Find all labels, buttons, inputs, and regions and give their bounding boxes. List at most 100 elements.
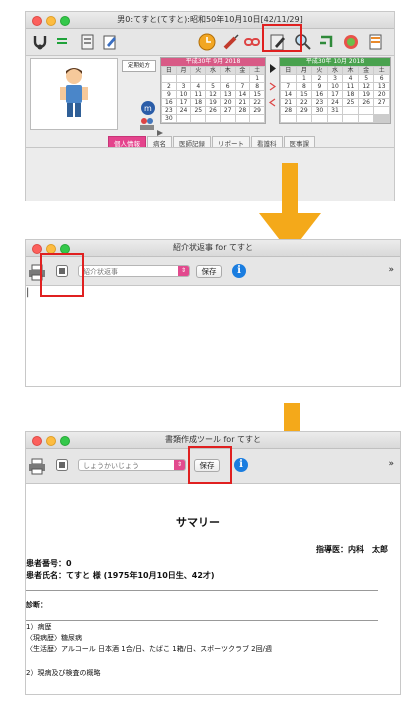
printer-icon[interactable] [28, 457, 46, 475]
back-arrow-icon[interactable] [268, 98, 277, 107]
zoom-button[interactable] [60, 16, 70, 26]
calendar-day[interactable]: 31 [327, 107, 343, 114]
calendar-day[interactable]: 3 [176, 83, 191, 90]
calendar-day[interactable]: 19 [206, 99, 220, 106]
calendar-day[interactable]: 26 [358, 99, 374, 106]
calendar-day[interactable]: 8 [296, 83, 312, 90]
calendar-day[interactable]: 5 [206, 83, 220, 90]
calendar-day[interactable]: 11 [343, 83, 358, 90]
calendar-day[interactable]: 15 [296, 91, 312, 98]
equals-icon[interactable] [56, 35, 68, 47]
calendar-day[interactable]: 16 [162, 99, 176, 106]
calendar-day[interactable]: 10 [176, 91, 191, 98]
info-icon[interactable]: i [234, 458, 248, 472]
calendar-day[interactable]: 25 [191, 107, 206, 114]
calendar-day[interactable]: 9 [162, 91, 176, 98]
calendar-day[interactable]: 14 [235, 91, 250, 98]
previous-month-icon[interactable] [268, 64, 277, 73]
clock-icon[interactable] [198, 33, 216, 51]
calendar-day [235, 75, 250, 82]
calendar-day[interactable]: 18 [343, 91, 358, 98]
calendar-day[interactable]: 6 [220, 83, 235, 90]
calendar-september[interactable]: 平成30年 9月 2018 日月火水木金土 1 2 3 4 5 6 7 8 9 10 11 12 13 14… [160, 57, 266, 124]
calendar-day[interactable]: 24 [327, 99, 343, 106]
calendar-day[interactable]: 13 [220, 91, 235, 98]
regular-prescription-button[interactable]: 定期処方 [122, 60, 156, 72]
close-button[interactable] [32, 436, 42, 446]
calendar-day[interactable]: 28 [281, 107, 296, 114]
present-illness: 〈現病歴〉糖尿病 [26, 634, 82, 642]
calendar-day[interactable]: 24 [176, 107, 191, 114]
calendar-day[interactable]: 17 [176, 99, 191, 106]
calendar-day[interactable]: 12 [358, 83, 374, 90]
calendar-day[interactable]: 23 [312, 99, 327, 106]
document-list-icon[interactable] [368, 33, 384, 51]
calendar-day[interactable]: 10 [327, 83, 343, 90]
calendar-day[interactable]: 27 [374, 99, 389, 106]
calendar-day[interactable]: 4 [343, 75, 358, 82]
calendar-day [374, 107, 389, 114]
close-button[interactable] [32, 16, 42, 26]
toolbar-overflow-icon[interactable]: » [388, 459, 394, 469]
calendar-day[interactable]: 20 [220, 99, 235, 106]
calendar-day[interactable]: 2 [312, 75, 327, 82]
people-icon[interactable] [138, 116, 156, 132]
calendar-day[interactable]: 14 [281, 91, 296, 98]
calendar-day[interactable]: 1 [296, 75, 312, 82]
calendar-day[interactable]: 5 [358, 75, 374, 82]
calendar-day[interactable]: 9 [312, 83, 327, 90]
toolbar-overflow-icon[interactable]: » [388, 265, 394, 275]
calendar-day[interactable]: 2 [162, 83, 176, 90]
minimize-button[interactable] [46, 16, 56, 26]
calendar-day[interactable]: 6 [374, 75, 389, 82]
calendar-day[interactable]: 28 [235, 107, 250, 114]
calendar-day[interactable]: 22 [250, 99, 264, 106]
stethoscope-icon[interactable] [32, 33, 50, 51]
calendar-day[interactable]: 21 [281, 99, 296, 106]
calendar-day[interactable]: 8 [250, 83, 264, 90]
section-summary: 2）現病及び検査の概略 [26, 669, 101, 677]
edit-document-icon[interactable] [102, 33, 118, 51]
medical-badge-icon[interactable]: m [140, 100, 156, 116]
link-icon[interactable] [244, 35, 260, 49]
calendar-october[interactable]: 平成30年 10月 2018 日月火水木金土 1 2 3 4 5 6 7 8 9 10 11 12 13 1… [279, 57, 391, 124]
calendar-day[interactable]: 21 [235, 99, 250, 106]
calendar-day[interactable]: 12 [206, 91, 220, 98]
info-icon[interactable]: i [232, 264, 246, 278]
calendar-day[interactable]: 18 [191, 99, 206, 106]
save-button[interactable]: 保存 [196, 265, 222, 278]
calendar-day[interactable]: 26 [206, 107, 220, 114]
calendar-day[interactable]: 19 [358, 91, 374, 98]
zoom-button[interactable] [60, 436, 70, 446]
calendar-day[interactable]: 23 [162, 107, 176, 114]
document-type-select[interactable]: 紹介状返事 ⇕ [78, 265, 190, 277]
calendar-day[interactable]: 30 [162, 115, 176, 122]
calendar-day[interactable]: 4 [191, 83, 206, 90]
next-arrow-icon[interactable] [268, 82, 277, 91]
calendar-day[interactable]: 7 [235, 83, 250, 90]
calendar-day[interactable]: 7 [281, 83, 296, 90]
document-type-select[interactable]: しょうかいじょう ⇕ [78, 459, 186, 471]
calendar-day[interactable]: 29 [296, 107, 312, 114]
window-title: 紹介状返事 for てすと [172, 243, 254, 252]
calendar-day[interactable]: 11 [191, 91, 206, 98]
divider [26, 590, 378, 591]
transfer-icon[interactable] [318, 33, 336, 51]
refresh-icon[interactable] [342, 33, 360, 51]
calendar-day[interactable]: 3 [327, 75, 343, 82]
calendar-day[interactable]: 1 [250, 75, 264, 82]
calendar-day[interactable]: 30 [312, 107, 327, 114]
syringe-icon[interactable] [222, 33, 240, 51]
calendar-day[interactable]: 17 [327, 91, 343, 98]
calendar-day[interactable]: 27 [220, 107, 235, 114]
calendar-day[interactable]: 13 [374, 83, 389, 90]
calendar-day[interactable]: 16 [312, 91, 327, 98]
calendar-day[interactable]: 15 [250, 91, 264, 98]
calendar-day[interactable]: 20 [374, 91, 389, 98]
calendar-day[interactable]: 29 [250, 107, 264, 114]
template-icon[interactable] [56, 459, 68, 471]
minimize-button[interactable] [46, 436, 56, 446]
calendar-day[interactable]: 22 [296, 99, 312, 106]
document-grid-icon[interactable] [80, 33, 96, 51]
calendar-day[interactable]: 25 [343, 99, 358, 106]
